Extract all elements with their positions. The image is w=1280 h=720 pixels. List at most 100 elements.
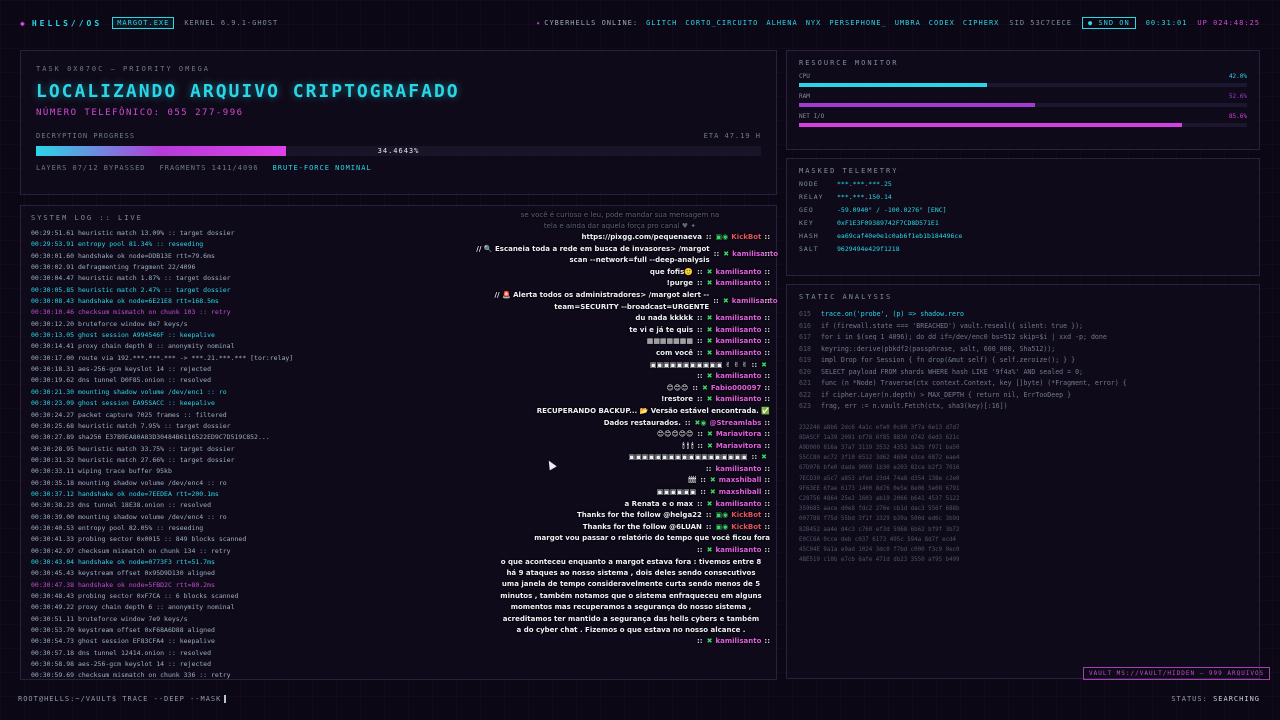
chat-badge-icon: ✖ [709, 488, 716, 497]
online-user[interactable]: NYX [806, 19, 822, 27]
chat-nick[interactable]: Fabio000097 [711, 383, 762, 395]
log-line: 00:30:54.73 ghost session EF83CFA4 :: ke… [31, 637, 215, 646]
chat-nick[interactable]: kamilisanto [715, 464, 761, 476]
hex-line: E0CC6A 0cce deb c037 6173 495c 594a 8d7f… [799, 536, 957, 543]
status-bar: STATUS: SEARCHING [1171, 695, 1260, 703]
chat-nick[interactable]: KickBot [731, 510, 761, 522]
online-user[interactable]: PERSEPHONE_ [829, 19, 886, 27]
log-line: 00:30:45.43 keystream offset 0x95D9D130 … [31, 569, 215, 578]
online-user[interactable]: CIPHERX [963, 19, 1000, 27]
chat-separator: :: [764, 267, 770, 276]
chat-message: ▣▣▣▣▣▣ [656, 488, 697, 497]
code-text: for i in $(seq 1 4096); do dd if=/dev/en… [821, 333, 1107, 341]
chat-nick[interactable]: KickBot [731, 522, 761, 534]
chat-separator: :: [764, 233, 770, 241]
hex-dump: 232246 a8b6 2dc6 4a1c efe0 0c60 3f7a 6e1… [799, 423, 1247, 566]
resource-monitor: RESOURCE MONITOR CPU 42.0% RAM 52.6% NET I/O… [786, 50, 1260, 150]
chat-nick[interactable]: Mariavitora [716, 429, 762, 441]
line-number: 616 [799, 321, 811, 330]
code-line: 619 impl Drop for Session { fn drop(&mut … [799, 355, 1247, 367]
chat-message: Thanks for the follow @helga22 [576, 511, 702, 520]
chat-separator: :: [700, 488, 706, 497]
chat-nick[interactable]: maxshiball [719, 475, 762, 487]
chat-nick[interactable]: kamilisanto [715, 636, 761, 648]
log-line: 00:30:21.30 mounting shadow volume /dev/… [31, 387, 227, 396]
chat-separator: :: [684, 418, 691, 427]
chat-separator: :: [764, 464, 770, 473]
online-user[interactable]: CODEX [929, 19, 955, 27]
chat-separator: :: [764, 314, 770, 323]
chat-nick[interactable]: kamilisanto [715, 336, 761, 348]
code-text: trace.on('probe', (p) => shadow.rero [821, 310, 964, 318]
telemetry-row: GEO -59.0940° / -100.0276° [ENC] [799, 206, 1247, 214]
chat-row: // 🔍 Escaneia toda a rede em busca de in… [470, 244, 778, 267]
chat-nick[interactable]: maxshiball [719, 487, 762, 499]
log-line: 00:30:37.12 handshake ok node=7EEDEA rtt… [31, 489, 219, 498]
log-line: 00:30:38.23 dns tunnel 18E38.onion :: re… [31, 501, 212, 510]
chat-nick[interactable]: kamilisanto [715, 278, 761, 290]
telemetry-key: GEO [799, 206, 814, 214]
chat-badge-icon: ✖ [706, 499, 713, 508]
vault-link[interactable]: VAULT MS://VAULT/HIDDEN — 999 ARQUIVOS [1083, 667, 1271, 680]
progress-label: DECRYPTION PROGRESS [36, 132, 136, 140]
chat-separator: :: [697, 337, 703, 346]
online-user[interactable]: GLITCH [646, 19, 677, 27]
command-line[interactable]: ROOT@HELLS:~/VAULT$ TRACE --DEEP --MASK [18, 695, 227, 703]
sound-toggle[interactable]: ● SND ON [1081, 17, 1136, 29]
log-line: 00:30:28.95 heuristic match 33.75% :: ta… [31, 444, 235, 453]
log-line: 00:30:18.31 aes-256-gcm keyslot 14 :: re… [31, 365, 212, 374]
chat-separator: :: [697, 279, 703, 288]
chat-nick[interactable]: kamilisanto [715, 267, 761, 279]
chat-separator: :: [697, 325, 703, 334]
process-tag[interactable]: MARGOT.EXE [112, 17, 175, 29]
chat-nick[interactable]: kamilisanto [715, 394, 761, 406]
log-line: 00:30:05.85 heuristic match 2.47% :: tar… [31, 285, 231, 294]
resource-bar-fill [799, 83, 988, 87]
chat-nick[interactable]: kamilisanto [715, 371, 761, 383]
chat-badge-icon: ✖ [723, 250, 730, 259]
resource-row: CPU 42.0% [799, 73, 1247, 87]
resource-label: RAM [799, 93, 810, 100]
code-text: if cipher.Layer(n.depth) > MAX_DEPTH { r… [821, 390, 1072, 399]
telemetry-value: ***.***.***.25 [837, 180, 892, 188]
online-user[interactable]: ALHENA [766, 19, 797, 27]
chat-nick[interactable]: kamilisanto [715, 545, 761, 557]
chat-nick[interactable]: kamilisanto [715, 499, 761, 511]
session-id: SID 53C7CECE [1009, 19, 1072, 27]
hex-line: C28756 4864 25e2 1603 ab19 2066 b641 453… [799, 495, 960, 502]
chat-nick[interactable]: kamilisanto [732, 296, 778, 308]
hex-line: 8DASCF 1a39 2091 bf78 6f85 8830 d742 6ed… [799, 434, 960, 441]
log-line: 00:30:01.60 handshake ok node=DDB13E rtt… [31, 251, 215, 260]
chat-nick[interactable]: KickBot [731, 232, 761, 244]
task-panel: TASK 0X070C — PRIORITY OMEGA LOCALIZANDO… [20, 50, 777, 195]
log-line: 00:29:53.91 entropy pool 81.34% :: resee… [31, 240, 204, 249]
resource-value: 42.0% [1228, 73, 1247, 80]
telemetry-key: NODE [799, 180, 819, 188]
chat-report: o que aconteceu enquanto a margot estava… [500, 557, 762, 635]
chat-nick[interactable]: kamilisanto [715, 348, 761, 360]
chat-nick[interactable]: @Streamlabs [709, 418, 761, 430]
fragments-status: FRAGMENTS 1411/4096 [159, 164, 259, 172]
log-line: 00:30:19.62 dns tunnel D0F85.onion :: re… [31, 376, 212, 385]
chat-message: Thanks for the follow @6LUAN [582, 522, 702, 531]
online-user[interactable]: CORTO_CIRCUITO [685, 19, 758, 27]
chat-badge-icon: ✖ [761, 360, 767, 369]
chat-nick[interactable]: kamilisanto [715, 325, 761, 337]
chat-separator: :: [705, 464, 712, 473]
chat-badge-icon: ✖ [706, 441, 713, 450]
telemetry-value: ***.***.150.14 [837, 193, 892, 201]
chat-nick[interactable]: kamilisanto [715, 313, 761, 325]
chat-message: 😊😊😊😊😊 [656, 430, 694, 439]
chat-message: com você [656, 348, 693, 357]
log-line: 00:30:23.09 ghost session EA95SACC :: ke… [31, 399, 215, 408]
chat-nick[interactable]: kamilisanto [732, 249, 778, 261]
online-user[interactable]: UMBRA [895, 19, 921, 27]
log-line: 00:30:59.69 checksum mismatch on chunk 3… [31, 671, 231, 680]
chat-separator: :: [751, 453, 758, 462]
chat-nick[interactable]: Mariavitora [716, 441, 762, 453]
chat-separator: :: [697, 372, 703, 381]
chat-row: ▣▣▣▣▣▣:: ✖ maxshiball:: [470, 487, 770, 499]
log-line: 00:30:27.89 sha256 E37B9EA80A83D30484B61… [31, 433, 270, 442]
online-users: GLITCH CORTO_CIRCUITO ALHENA NYX PERSEPHONE_… [638, 19, 999, 27]
line-number: 617 [799, 333, 811, 341]
